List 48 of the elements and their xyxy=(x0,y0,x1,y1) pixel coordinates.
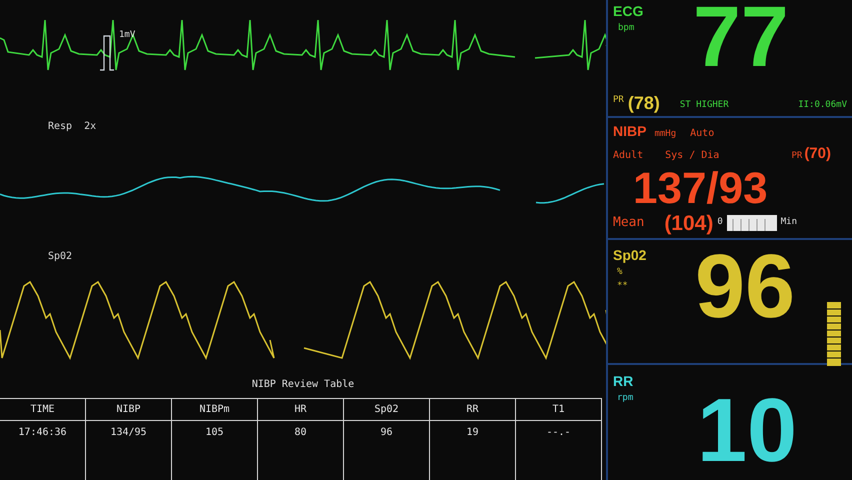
table-cell-text: 96 xyxy=(380,426,393,440)
table-cell-text: --.- xyxy=(546,426,571,440)
calibration-pulse-icon xyxy=(99,34,115,72)
nibp-mode: Auto xyxy=(690,127,714,141)
table-cell-text: 17:46:36 xyxy=(18,426,67,440)
pr-value: (78) xyxy=(628,94,660,112)
column-header: HR xyxy=(294,403,307,417)
rr-label: RR xyxy=(613,372,634,391)
spo2-unit: % xyxy=(616,266,624,279)
column-header: RR xyxy=(466,403,479,417)
respiration-rate-value: 10 xyxy=(697,391,798,480)
table-title: NIBP Review Table xyxy=(252,378,354,392)
column-header: NIBP xyxy=(116,403,141,417)
table-cell-text: 105 xyxy=(205,426,224,440)
mean-label: Mean xyxy=(613,214,644,232)
table-cell-text: 19 xyxy=(466,426,479,440)
gauge-max-label: Min xyxy=(780,216,798,230)
sys-dia-label: Sys / Dia xyxy=(665,149,720,163)
table-cell-text: 80 xyxy=(294,426,307,440)
mean-value: (104) xyxy=(664,212,714,234)
st-status: ST HIGHER xyxy=(680,98,729,112)
column-header: NIBPm xyxy=(199,403,230,417)
nibp-unit: mmHg xyxy=(654,128,676,141)
column-header: T1 xyxy=(552,403,565,417)
resp-label: Resp xyxy=(48,120,72,134)
resp-gain-label: 2x xyxy=(84,120,96,134)
pulse-strength-bar-icon xyxy=(827,302,841,366)
column-header: Sp02 xyxy=(374,403,399,417)
blood-pressure-value: 137/93 xyxy=(632,166,769,212)
gauge-min-label: 0 xyxy=(717,216,723,230)
st-value: II:0.06mV xyxy=(798,98,847,112)
pr-label: PR xyxy=(613,94,624,107)
heart-rate-value: 77 xyxy=(693,0,789,75)
pressure-gauge-icon xyxy=(726,215,777,231)
nibp-pr-value: (70) xyxy=(804,144,832,164)
nibp-label: NIBP xyxy=(613,122,646,141)
spo2-wave-label: Sp02 xyxy=(48,251,72,262)
rr-unit: rpm xyxy=(616,392,634,405)
ecg-unit: bpm xyxy=(617,22,636,35)
signal-quality: ** xyxy=(616,280,629,292)
table-cell-text: 134/95 xyxy=(110,426,147,440)
spo2-label: Sp02 xyxy=(613,246,648,265)
column-header: TIME xyxy=(30,403,55,417)
ecg-label: ECG xyxy=(613,2,644,21)
spo2-value: 96 xyxy=(695,247,796,339)
nibp-pr-label: PR xyxy=(791,150,802,163)
ecg-scale-label: 1mV xyxy=(119,29,136,42)
patient-type: Adult xyxy=(613,149,644,163)
